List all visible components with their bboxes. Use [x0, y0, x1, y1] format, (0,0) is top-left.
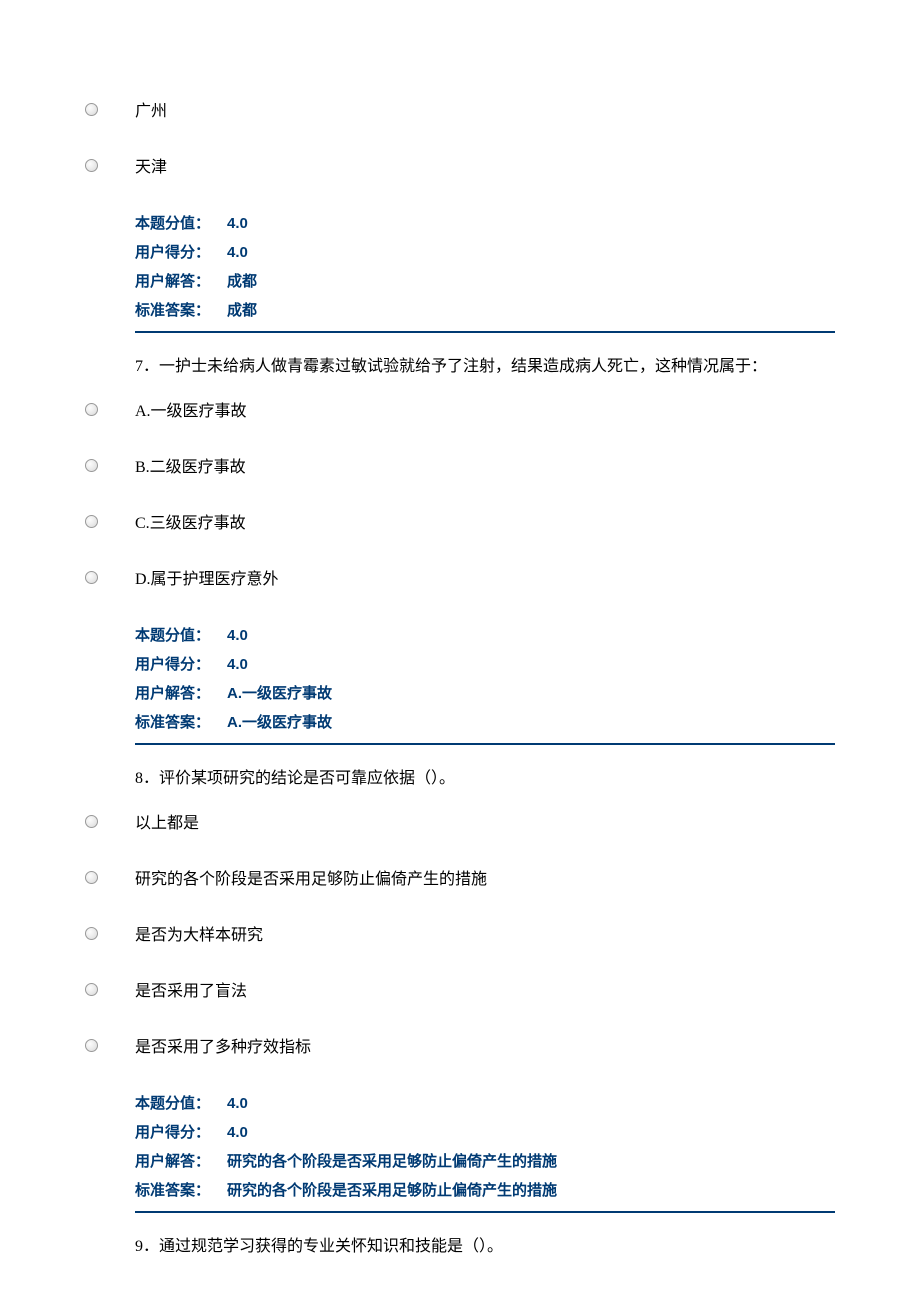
radio-icon[interactable]	[85, 927, 98, 940]
radio-icon[interactable]	[85, 815, 98, 828]
divider	[135, 743, 835, 745]
std-answer-label: 标准答案：	[135, 1179, 227, 1203]
option-row: D.属于护理医疗意外	[85, 568, 835, 592]
user-answer-value: 成都	[227, 270, 835, 294]
option-text: 是否采用了多种疗效指标	[135, 1036, 835, 1060]
user-answer-label: 用户解答：	[135, 270, 227, 294]
option-text: D.属于护理医疗意外	[135, 568, 835, 592]
user-answer-label: 用户解答：	[135, 1150, 227, 1174]
user-score-label: 用户得分：	[135, 653, 227, 677]
option-text: 是否采用了盲法	[135, 980, 835, 1004]
option-row: B.二级医疗事故	[85, 456, 835, 480]
option-row: C.三级医疗事故	[85, 512, 835, 536]
radio-icon[interactable]	[85, 515, 98, 528]
user-answer-value: 研究的各个阶段是否采用足够防止偏倚产生的措施	[227, 1150, 835, 1174]
std-answer-value: 研究的各个阶段是否采用足够防止偏倚产生的措施	[227, 1179, 835, 1203]
option-row: 以上都是	[85, 812, 835, 836]
std-answer-label: 标准答案：	[135, 711, 227, 735]
option-text: 天津	[135, 156, 835, 180]
option-text: A.一级医疗事故	[135, 400, 835, 424]
user-answer-label: 用户解答：	[135, 682, 227, 706]
user-score-label: 用户得分：	[135, 241, 227, 265]
question-text: 9．通过规范学习获得的专业关怀知识和技能是（）。	[135, 1233, 835, 1260]
answer-block: 本题分值： 4.0 用户得分： 4.0 用户解答： 成都 标准答案： 成都	[135, 212, 835, 323]
radio-icon[interactable]	[85, 159, 98, 172]
user-answer-value: A.一级医疗事故	[227, 682, 835, 706]
radio-icon[interactable]	[85, 103, 98, 116]
option-text: 研究的各个阶段是否采用足够防止偏倚产生的措施	[135, 868, 835, 892]
std-answer-value: A.一级医疗事故	[227, 711, 835, 735]
radio-icon[interactable]	[85, 459, 98, 472]
option-text: 是否为大样本研究	[135, 924, 835, 948]
option-row: 广州	[85, 100, 835, 124]
option-row: A.一级医疗事故	[85, 400, 835, 424]
user-score-value: 4.0	[227, 1121, 835, 1145]
user-score-value: 4.0	[227, 653, 835, 677]
score-value: 4.0	[227, 1092, 835, 1116]
answer-block: 本题分值： 4.0 用户得分： 4.0 用户解答： A.一级医疗事故 标准答案：…	[135, 624, 835, 735]
divider	[135, 1211, 835, 1213]
radio-icon[interactable]	[85, 403, 98, 416]
option-row: 研究的各个阶段是否采用足够防止偏倚产生的措施	[85, 868, 835, 892]
radio-icon[interactable]	[85, 1039, 98, 1052]
option-row: 是否采用了盲法	[85, 980, 835, 1004]
option-row: 是否采用了多种疗效指标	[85, 1036, 835, 1060]
radio-icon[interactable]	[85, 983, 98, 996]
answer-block: 本题分值： 4.0 用户得分： 4.0 用户解答： 研究的各个阶段是否采用足够防…	[135, 1092, 835, 1203]
question-text: 8．评价某项研究的结论是否可靠应依据（）。	[135, 765, 835, 792]
divider	[135, 331, 835, 333]
std-answer-label: 标准答案：	[135, 299, 227, 323]
question-text: 7．一护士未给病人做青霉素过敏试验就给予了注射，结果造成病人死亡，这种情况属于：	[135, 353, 835, 380]
option-text: 广州	[135, 100, 835, 124]
option-text: 以上都是	[135, 812, 835, 836]
score-value: 4.0	[227, 624, 835, 648]
user-score-value: 4.0	[227, 241, 835, 265]
user-score-label: 用户得分：	[135, 1121, 227, 1145]
score-label: 本题分值：	[135, 624, 227, 648]
score-value: 4.0	[227, 212, 835, 236]
std-answer-value: 成都	[227, 299, 835, 323]
radio-icon[interactable]	[85, 571, 98, 584]
option-row: 是否为大样本研究	[85, 924, 835, 948]
option-text: B.二级医疗事故	[135, 456, 835, 480]
option-text: C.三级医疗事故	[135, 512, 835, 536]
score-label: 本题分值：	[135, 212, 227, 236]
radio-icon[interactable]	[85, 871, 98, 884]
option-row: 天津	[85, 156, 835, 180]
score-label: 本题分值：	[135, 1092, 227, 1116]
